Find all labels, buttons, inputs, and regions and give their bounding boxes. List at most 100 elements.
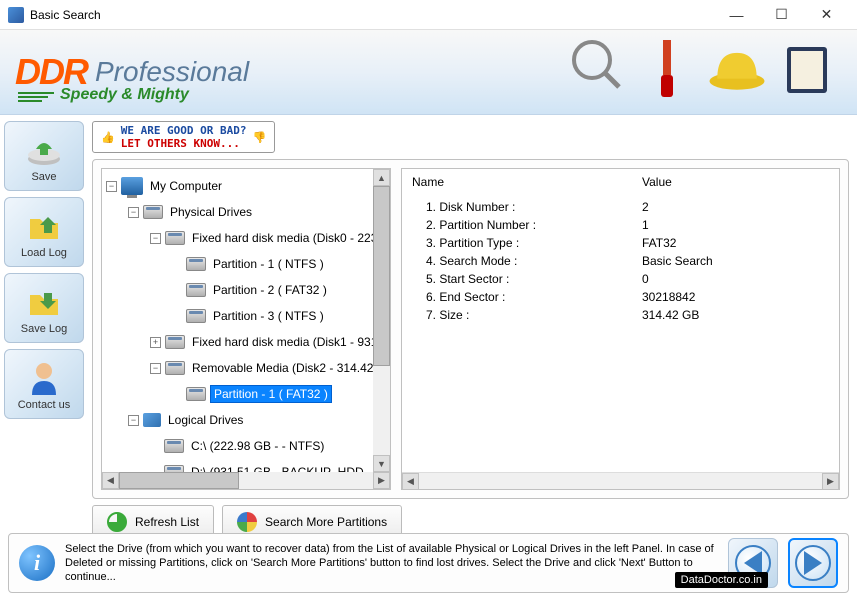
app-icon [8,7,24,23]
search-more-label: Search More Partitions [265,515,387,529]
save-button[interactable]: Save [4,121,84,191]
drive-icon [164,439,184,453]
tree-disk0-p1[interactable]: Partition - 1 ( NTFS ) [106,251,386,277]
details-header: Name Value [402,169,839,196]
tree-disk2[interactable]: −Removable Media (Disk2 - 314.42 [106,355,386,381]
load-log-button[interactable]: Load Log [4,197,84,267]
drive-icon [165,335,185,349]
detail-name: 4. Search Mode : [412,254,642,268]
arrow-right-icon [804,551,822,575]
expand-icon[interactable]: + [150,337,161,348]
tree-disk0-p3[interactable]: Partition - 3 ( NTFS ) [106,303,386,329]
tree-root-label: My Computer [147,178,225,194]
partition-icon [186,283,206,297]
tree-drive-c[interactable]: C:\ (222.98 GB - - NTFS) [106,433,386,459]
minimize-button[interactable]: — [714,0,759,30]
tree-disk0-p2[interactable]: Partition - 2 ( FAT32 ) [106,277,386,303]
detail-name: 2. Partition Number : [412,218,642,232]
collapse-icon[interactable]: − [128,207,139,218]
save-label: Save [31,171,56,183]
tree-label: Physical Drives [167,204,255,220]
detail-row: 6. End Sector :30218842 [412,288,829,306]
partition-icon [186,309,206,323]
thumbs-down-icon: 👎 [253,131,267,144]
details-header-value: Value [642,175,672,189]
close-button[interactable]: ✕ [804,0,849,30]
tree-label: Partition - 1 ( NTFS ) [210,256,327,272]
contact-label: Contact us [18,399,71,411]
detail-name: 1. Disk Number : [412,200,642,214]
collapse-icon[interactable]: − [106,181,117,192]
detail-row: 2. Partition Number :1 [412,216,829,234]
detail-value: 1 [642,218,649,232]
collapse-icon[interactable]: − [150,233,161,244]
detail-row: 5. Start Sector :0 [412,270,829,288]
tagline-decoration [18,90,54,104]
screwdriver-icon [637,35,697,105]
collapse-icon[interactable]: − [128,415,139,426]
save-icon [24,129,64,169]
details-horizontal-scrollbar[interactable]: ◀▶ [402,472,839,489]
logical-drives-icon [143,413,161,427]
tree-label: Fixed hard disk media (Disk1 - 931. [189,334,384,350]
tree-root[interactable]: − My Computer [106,173,386,199]
drive-icon [165,231,185,245]
save-log-label: Save Log [21,323,67,335]
tree-physical[interactable]: − Physical Drives [106,199,386,225]
tree-disk0[interactable]: −Fixed hard disk media (Disk0 - 223. [106,225,386,251]
branding-header: DDR Professional Speedy & Mighty [0,30,857,115]
detail-value: 30218842 [642,290,695,304]
window-title: Basic Search [30,8,714,22]
contact-icon [24,357,64,397]
tree-horizontal-scrollbar[interactable]: ◀▶ [102,472,390,489]
detail-value: 314.42 GB [642,308,699,322]
feedback-line1: WE ARE GOOD OR BAD? [121,124,247,137]
detail-value: Basic Search [642,254,713,268]
partition-icon [186,387,206,401]
notebook-icon [777,35,837,105]
refresh-icon [107,512,127,532]
maximize-button[interactable]: ☐ [759,0,804,30]
tree-label-selected: Partition - 1 ( FAT32 ) [210,385,332,403]
detail-row: 3. Partition Type :FAT32 [412,234,829,252]
detail-row: 4. Search Mode :Basic Search [412,252,829,270]
sidebar: Save Load Log Save Log Contact us [0,115,88,533]
main-area: Save Load Log Save Log Contact us 👍 WE A… [0,115,857,533]
detail-name: 7. Size : [412,308,642,322]
partition-icon [186,257,206,271]
header-graphics [567,35,837,105]
tree-label: C:\ (222.98 GB - - NTFS) [188,438,327,454]
logo-text-professional: Professional [95,56,249,88]
thumbs-up-icon: 👍 [101,131,115,144]
refresh-label: Refresh List [135,515,199,529]
titlebar: Basic Search — ☐ ✕ [0,0,857,30]
save-log-button[interactable]: Save Log [4,273,84,343]
details-panel: Name Value 1. Disk Number :2 2. Partitio… [401,168,840,490]
details-body: 1. Disk Number :2 2. Partition Number :1… [402,196,839,472]
tree-disk1[interactable]: + Fixed hard disk media (Disk1 - 931. [106,329,386,355]
watermark: DataDoctor.co.in [675,572,768,588]
tree-logical[interactable]: −Logical Drives [106,407,386,433]
detail-name: 3. Partition Type : [412,236,642,250]
tree-disk2-p1[interactable]: Partition - 1 ( FAT32 ) [106,381,386,407]
detail-value: FAT32 [642,236,676,250]
tree-vertical-scrollbar[interactable]: ▲▼ [373,169,390,472]
content-area: 👍 WE ARE GOOD OR BAD? LET OTHERS KNOW...… [88,115,857,533]
load-log-label: Load Log [21,247,67,259]
footer-instructions: Select the Drive (from which you want to… [65,542,718,585]
tree-label: Partition - 2 ( FAT32 ) [210,282,330,298]
contact-us-button[interactable]: Contact us [4,349,84,419]
next-button[interactable] [788,538,838,588]
load-log-icon [24,205,64,245]
drive-tree-panel[interactable]: −My Computer −Physical Drives −Fixed har… [101,168,391,490]
detail-value: 2 [642,200,649,214]
magnifier-icon [567,35,627,105]
detail-row: 1. Disk Number :2 [412,198,829,216]
collapse-icon[interactable]: − [150,363,161,374]
info-icon: i [19,545,55,581]
feedback-banner[interactable]: 👍 WE ARE GOOD OR BAD? LET OTHERS KNOW...… [92,121,275,153]
pie-icon [237,512,257,532]
drive-icon [165,361,185,375]
detail-name: 6. End Sector : [412,290,642,304]
save-log-icon [24,281,64,321]
